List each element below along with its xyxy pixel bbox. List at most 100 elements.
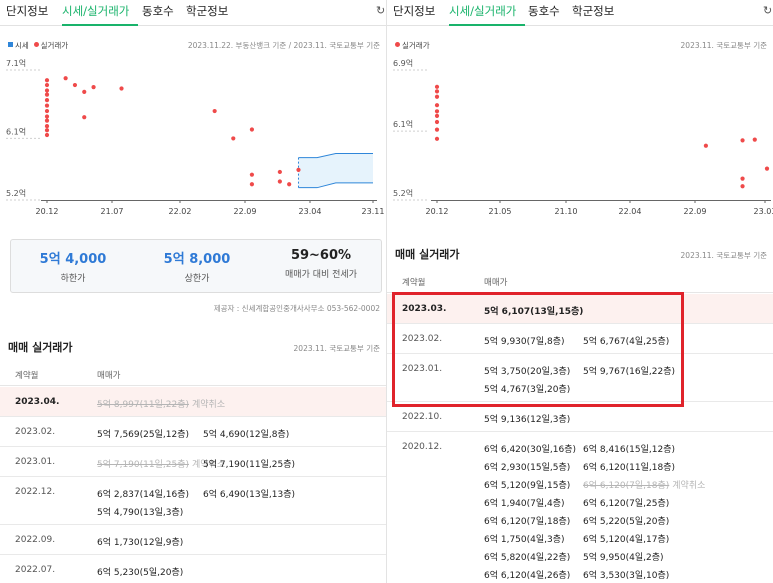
refresh-icon[interactable]: ↻ <box>763 4 772 17</box>
tab-school[interactable]: 학군정보 <box>572 3 614 19</box>
trade-point[interactable] <box>434 109 440 114</box>
trade-point[interactable] <box>44 78 50 83</box>
deal-price: 6억 1,730(12일,9층) <box>97 538 184 548</box>
trade-point[interactable] <box>740 184 745 189</box>
deal-entry: 6억 8,416(15일,12층) <box>583 442 675 455</box>
tab-complex-info[interactable]: 단지정보 <box>393 3 435 19</box>
trade-point[interactable] <box>287 182 292 187</box>
deal-price: 6억 5,230(5일,20층) <box>97 568 184 578</box>
deal-price: 6억 5,120(9일,15층) <box>484 481 571 491</box>
tab-price[interactable]: 시세/실거래가 <box>62 3 129 19</box>
x-tick-label: 21.05 <box>489 207 512 216</box>
trade-point[interactable] <box>44 128 50 133</box>
table-row: 2023.02. 5억 7,569(25일,12층) 5억 4,690(12일,8층… <box>0 417 386 447</box>
deal-price: 6억 6,420(30일,16층) <box>484 445 576 455</box>
trade-point[interactable] <box>434 119 440 125</box>
row-deals: 5억 7,569(25일,12층) 5억 4,690(12일,8층) <box>97 417 382 447</box>
tab-unit[interactable]: 동호수 <box>142 3 174 19</box>
chart-legend: 시세 실거래가 <box>8 40 68 51</box>
trade-point[interactable] <box>82 89 87 94</box>
deal-price: 5억 9,950(4일,2층) <box>583 553 664 563</box>
deal-entry: 5억 4,690(12일,8층) <box>203 427 289 440</box>
tab-unit[interactable]: 동호수 <box>528 3 560 19</box>
x-tick-label: 22.09 <box>684 207 707 216</box>
table-row: 2022.07. 6억 5,230(5일,20층) <box>0 555 386 583</box>
trade-point[interactable] <box>63 76 68 81</box>
trade-point[interactable] <box>212 108 217 114</box>
trade-point[interactable] <box>740 138 745 143</box>
trade-legend-swatch <box>395 42 400 47</box>
active-tab-indicator <box>62 24 138 26</box>
section-note: 2023.11. 국토교통부 기준 <box>680 251 767 260</box>
trade-point[interactable] <box>44 114 50 119</box>
deal-entry: 6억 6,120(11일,18층) <box>583 460 675 473</box>
table-row: 2023.01. 5억 7,190(11일,25층) 계약취소 5억 7,190(11… <box>0 447 386 477</box>
refresh-icon[interactable]: ↻ <box>376 4 385 17</box>
price-chart-left: 7.1억 6.1억 5.2억 20.12 21.07 22.02 22.09 23.04 23.… <box>6 58 384 216</box>
trade-point[interactable] <box>44 124 50 129</box>
tab-complex-info[interactable]: 단지정보 <box>6 3 48 19</box>
trade-point[interactable] <box>434 94 440 99</box>
deal-entry: 6억 1,940(7일,4층) <box>484 496 565 509</box>
trade-point[interactable] <box>249 172 255 177</box>
cancel-label: 계약취소 <box>672 481 706 491</box>
trade-point[interactable] <box>249 127 255 132</box>
row-deals: 6억 5,230(5일,20층) <box>97 555 382 583</box>
summary-lower: 5억 4,000 하한가 <box>11 248 135 284</box>
tab-bar: 단지정보 시세/실거래가 동호수 학군정보 ↻ <box>387 0 773 26</box>
trade-point[interactable] <box>296 167 301 172</box>
row-deals: 5억 9,136(12일,3층) <box>484 402 769 432</box>
trade-point[interactable] <box>434 127 440 132</box>
jeonse-ratio-label: 매매가 대비 전세가 <box>285 270 357 280</box>
trade-point[interactable] <box>44 132 50 138</box>
deal-price: 5억 3,750(20일,3층) <box>484 367 571 377</box>
legend-trade: 실거래가 <box>40 41 69 50</box>
trade-point[interactable] <box>44 88 50 93</box>
trade-point[interactable] <box>249 182 255 187</box>
deal-price: 5억 6,767(4일,25층) <box>583 337 670 347</box>
deal-price: 5억 4,790(13일,3층) <box>97 508 184 518</box>
trade-point[interactable] <box>91 85 96 90</box>
trade-point[interactable] <box>72 82 78 88</box>
header-price: 매매가 <box>97 371 121 381</box>
deal-price: 6억 2,930(15일,5층) <box>484 463 571 473</box>
trade-point[interactable] <box>277 179 282 184</box>
x-tick-label: 20.12 <box>426 207 449 216</box>
x-tick-label: 22.02 <box>169 207 192 216</box>
section-note: 2023.11. 국토교통부 기준 <box>293 344 380 353</box>
row-deals: 5억 8,997(11일,22층) 계약취소 <box>97 387 382 417</box>
trade-point[interactable] <box>82 115 87 120</box>
trade-point[interactable] <box>434 136 440 141</box>
trade-point[interactable] <box>434 103 440 108</box>
header-date: 계약월 <box>402 278 426 288</box>
trade-point[interactable] <box>44 98 50 103</box>
deal-price: 5억 9,930(7일,8층) <box>484 337 565 347</box>
trade-point[interactable] <box>703 143 708 148</box>
trade-point[interactable] <box>231 136 236 141</box>
row-deals: 5억 3,750(20일,3층) 5억 9,767(16일,22층) 5억 4,76… <box>484 354 769 402</box>
trade-point[interactable] <box>44 118 50 123</box>
y-tick-label: 6.1억 <box>6 126 26 136</box>
deal-entry: 6억 6,420(30일,16층) <box>484 442 576 455</box>
trade-point[interactable] <box>434 89 440 94</box>
x-tick-label: 22.04 <box>619 207 642 216</box>
deal-price: 5억 8,997(11일,22층) <box>97 400 189 410</box>
trade-point[interactable] <box>44 108 50 114</box>
table-row: 2022.12. 6억 2,837(14일,16층) 6억 6,490(13일,13… <box>0 477 386 525</box>
trade-point[interactable] <box>44 103 50 108</box>
trade-point[interactable] <box>740 176 745 181</box>
trade-legend-swatch <box>33 42 39 47</box>
trade-point[interactable] <box>44 82 50 88</box>
trade-point[interactable] <box>44 92 50 97</box>
tab-school[interactable]: 학군정보 <box>186 3 228 19</box>
trade-point[interactable] <box>434 113 440 118</box>
row-date: 2023.02. <box>15 427 56 437</box>
left-panel: 단지정보 시세/실거래가 동호수 학군정보 ↻ 시세 실거래가 2023.11.… <box>0 0 386 583</box>
tab-price[interactable]: 시세/실거래가 <box>449 3 516 19</box>
trade-point[interactable] <box>119 86 124 91</box>
trade-point[interactable] <box>434 84 440 89</box>
trade-point[interactable] <box>277 169 282 175</box>
trade-point[interactable] <box>752 137 757 142</box>
trade-point[interactable] <box>764 166 770 171</box>
x-tick-label: 21.10 <box>555 207 578 216</box>
